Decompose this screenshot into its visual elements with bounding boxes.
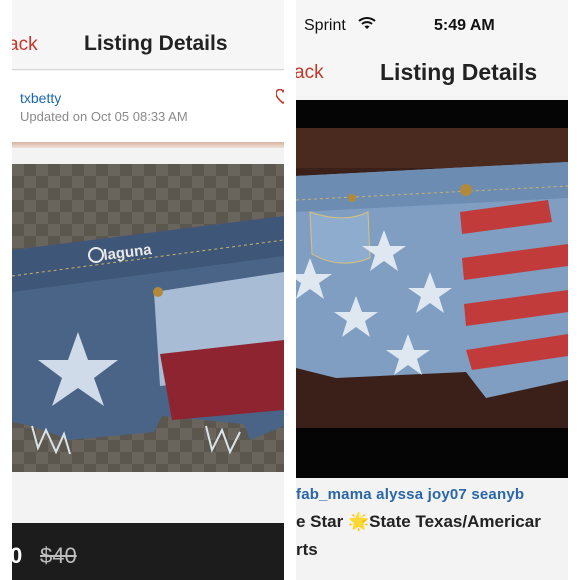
- listing-title: e Star 🌟State Texas/Americar rts: [296, 508, 568, 564]
- updated-timestamp: Updated on Oct 05 08:33 AM: [20, 109, 188, 124]
- listing-title-line2: rts: [296, 540, 318, 559]
- navigation-bar: ack Listing Details: [296, 44, 568, 96]
- photo-area: laguna: [12, 148, 284, 478]
- star-icon: 🌟: [347, 512, 370, 531]
- listing-photo[interactable]: laguna: [12, 164, 284, 472]
- carrier-name: Sprint: [304, 17, 346, 34]
- right-screenshot: Sprint 5:49 AM ack Listing Details fab_m…: [296, 0, 568, 580]
- original-price: $40: [40, 543, 77, 568]
- photo-frame: [296, 100, 568, 478]
- seller-username[interactable]: txbetty: [20, 90, 61, 106]
- liker-tags: fab_mama alyssa joy07 seanyb: [296, 484, 568, 502]
- page-title: Listing Details: [380, 59, 538, 85]
- back-button[interactable]: ack: [296, 62, 324, 84]
- heart-icon[interactable]: [276, 89, 284, 105]
- navigation-bar: ack Listing Details: [12, 0, 284, 70]
- back-button[interactable]: ack: [12, 34, 38, 56]
- left-screenshot: ack Listing Details txbetty Updated on O…: [12, 0, 284, 580]
- page-title: Listing Details: [84, 32, 228, 55]
- status-bar: Sprint 5:49 AM: [296, 0, 568, 44]
- liker-tags-text[interactable]: fab_mama alyssa joy07 seanyb: [296, 486, 524, 502]
- listing-title-part2: State Texas/Americar: [369, 512, 541, 531]
- seller-row: txbetty Updated on Oct 05 08:33 AM: [12, 71, 284, 143]
- listing-title-part1: e Star: [296, 512, 348, 531]
- price-bar: 0 $40: [12, 523, 284, 580]
- current-price: 0: [12, 543, 23, 568]
- listing-photo[interactable]: [296, 128, 568, 428]
- status-time: 5:49 AM: [434, 17, 495, 34]
- wifi-icon: [358, 17, 376, 29]
